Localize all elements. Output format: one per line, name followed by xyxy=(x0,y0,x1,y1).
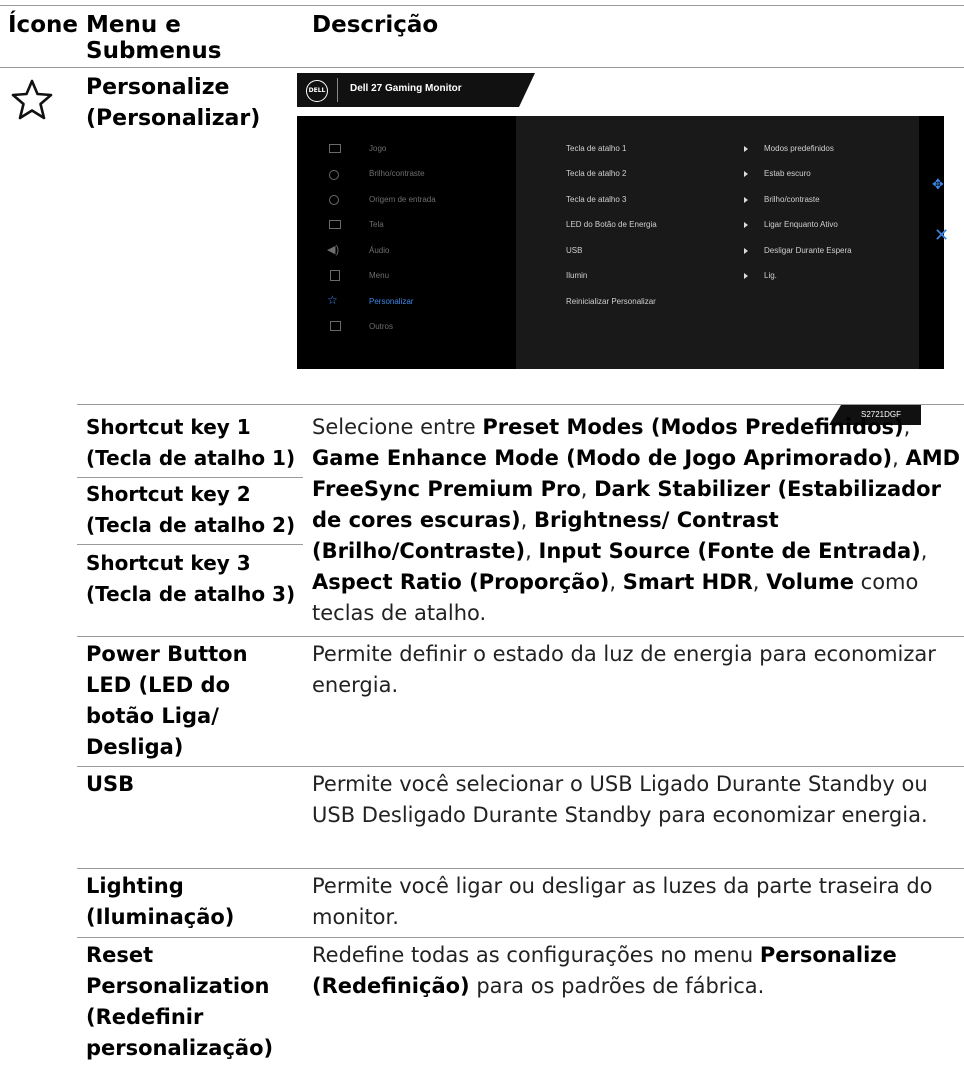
osd-menu-item-brilho[interactable]: Brilho/contraste xyxy=(369,169,425,178)
row-desc-reset: Redefine todas as configurações no menu … xyxy=(312,940,962,1002)
osd-sub-value: Brilho/contraste xyxy=(764,195,820,204)
osd-sub-label[interactable]: Reinicializar Personalizar xyxy=(566,297,656,306)
row-desc-usb: Permite você selecionar o USB Ligado Dur… xyxy=(312,772,928,827)
osd-sub-value: Lig. xyxy=(764,271,777,280)
text-run: , xyxy=(892,446,906,470)
menu-icon xyxy=(330,270,340,281)
osd-menu-item-outros[interactable]: Outros xyxy=(369,322,393,331)
close-icon: ✕ xyxy=(934,225,950,246)
osd-sub-label[interactable]: USB xyxy=(566,246,582,255)
osd-sub-value: Modos predefinidos xyxy=(764,144,834,153)
bold-term: Preset Modes (Modos Predefinidos) xyxy=(482,415,904,439)
row-desc-power-led: Permite definir o estado da luz de energ… xyxy=(312,642,936,697)
osd-sub-label[interactable]: LED do Botão de Energia xyxy=(566,220,657,229)
brightness-icon xyxy=(329,170,339,180)
osd-sub-value: Desligar Durante Espera xyxy=(764,246,852,255)
bold-term: Input Source (Fonte de Entrada) xyxy=(538,539,921,563)
row-label-shortcut3: Shortcut key 3 (Tecla de atalho 3) xyxy=(86,551,296,606)
osd-sub-value: Ligar Enquanto Ativo xyxy=(764,220,838,229)
text-run: , xyxy=(609,570,623,594)
row-desc-lighting: Permite você ligar ou desligar as luzes … xyxy=(312,874,933,929)
others-icon xyxy=(330,321,341,331)
text-run: Selecione entre xyxy=(312,415,483,439)
osd-sub-label[interactable]: Ilumin xyxy=(566,271,587,280)
text-run: , xyxy=(752,570,767,594)
osd-menu-item-tela[interactable]: Tela xyxy=(369,220,384,229)
audio-icon: ◀) xyxy=(327,244,340,256)
text-run: , xyxy=(580,477,595,501)
dell-logo: DELL xyxy=(306,80,328,102)
game-icon xyxy=(329,144,341,153)
row-label-usb: USB xyxy=(86,772,135,796)
text-run: , xyxy=(525,539,539,563)
osd-submenu-panel xyxy=(516,116,919,369)
header-menu: Menu e Submenus xyxy=(86,12,222,64)
text-run: , xyxy=(920,539,928,563)
bold-term: Game Enhance Mode (Modo de Jogo Aprimora… xyxy=(312,446,893,470)
header-icon: Ícone xyxy=(8,12,78,38)
section-title: Personalize (Personalizar) xyxy=(86,75,261,131)
row-label-shortcut1: Shortcut key 1 (Tecla de atalho 1) xyxy=(86,415,296,470)
osd-menu-item-audio[interactable]: Áudio xyxy=(369,246,389,255)
osd-title: Dell 27 Gaming Monitor xyxy=(350,83,462,94)
osd-menu-item-origem[interactable]: Origem de entrada xyxy=(369,195,436,204)
row-label-lighting: Lighting (Iluminação) xyxy=(86,874,235,929)
row-label-reset: Reset Personalization (Redefinir persona… xyxy=(86,943,274,1060)
text-run: Redefine todas as configurações no menu xyxy=(312,943,760,967)
row-desc-shortcut: Selecione entre Preset Modes (Modos Pred… xyxy=(312,412,962,629)
osd-menu-item-personalizar[interactable]: Personalizar xyxy=(369,297,413,306)
text-run: para os padrões de fábrica. xyxy=(469,974,765,998)
header-description: Descrição xyxy=(312,12,439,38)
joystick-icon: ✥ xyxy=(932,177,944,193)
star-icon: ☆ xyxy=(327,293,338,307)
display-icon xyxy=(329,220,341,229)
osd-sub-label[interactable]: Tecla de atalho 1 xyxy=(566,144,627,153)
osd-sub-value: Estab escuro xyxy=(764,169,811,178)
text-run: , xyxy=(903,415,911,439)
row-label-shortcut2: Shortcut key 2 (Tecla de atalho 2) xyxy=(86,482,296,537)
osd-sub-label[interactable]: Tecla de atalho 3 xyxy=(566,195,627,204)
bold-term: Aspect Ratio (Proporção) xyxy=(312,570,610,594)
osd-sub-label[interactable]: Tecla de atalho 2 xyxy=(566,169,627,178)
osd-menu-item-menu[interactable]: Menu xyxy=(369,271,389,280)
star-icon xyxy=(10,78,54,122)
bold-term: Smart HDR xyxy=(622,570,753,594)
bold-term: Volume xyxy=(766,570,854,594)
osd-menu-item-jogo[interactable]: Jogo xyxy=(369,144,386,153)
input-icon xyxy=(329,195,339,205)
text-run: , xyxy=(520,508,534,532)
row-label-power-led: Power Button LED (LED do botão Liga/ Des… xyxy=(86,642,248,759)
